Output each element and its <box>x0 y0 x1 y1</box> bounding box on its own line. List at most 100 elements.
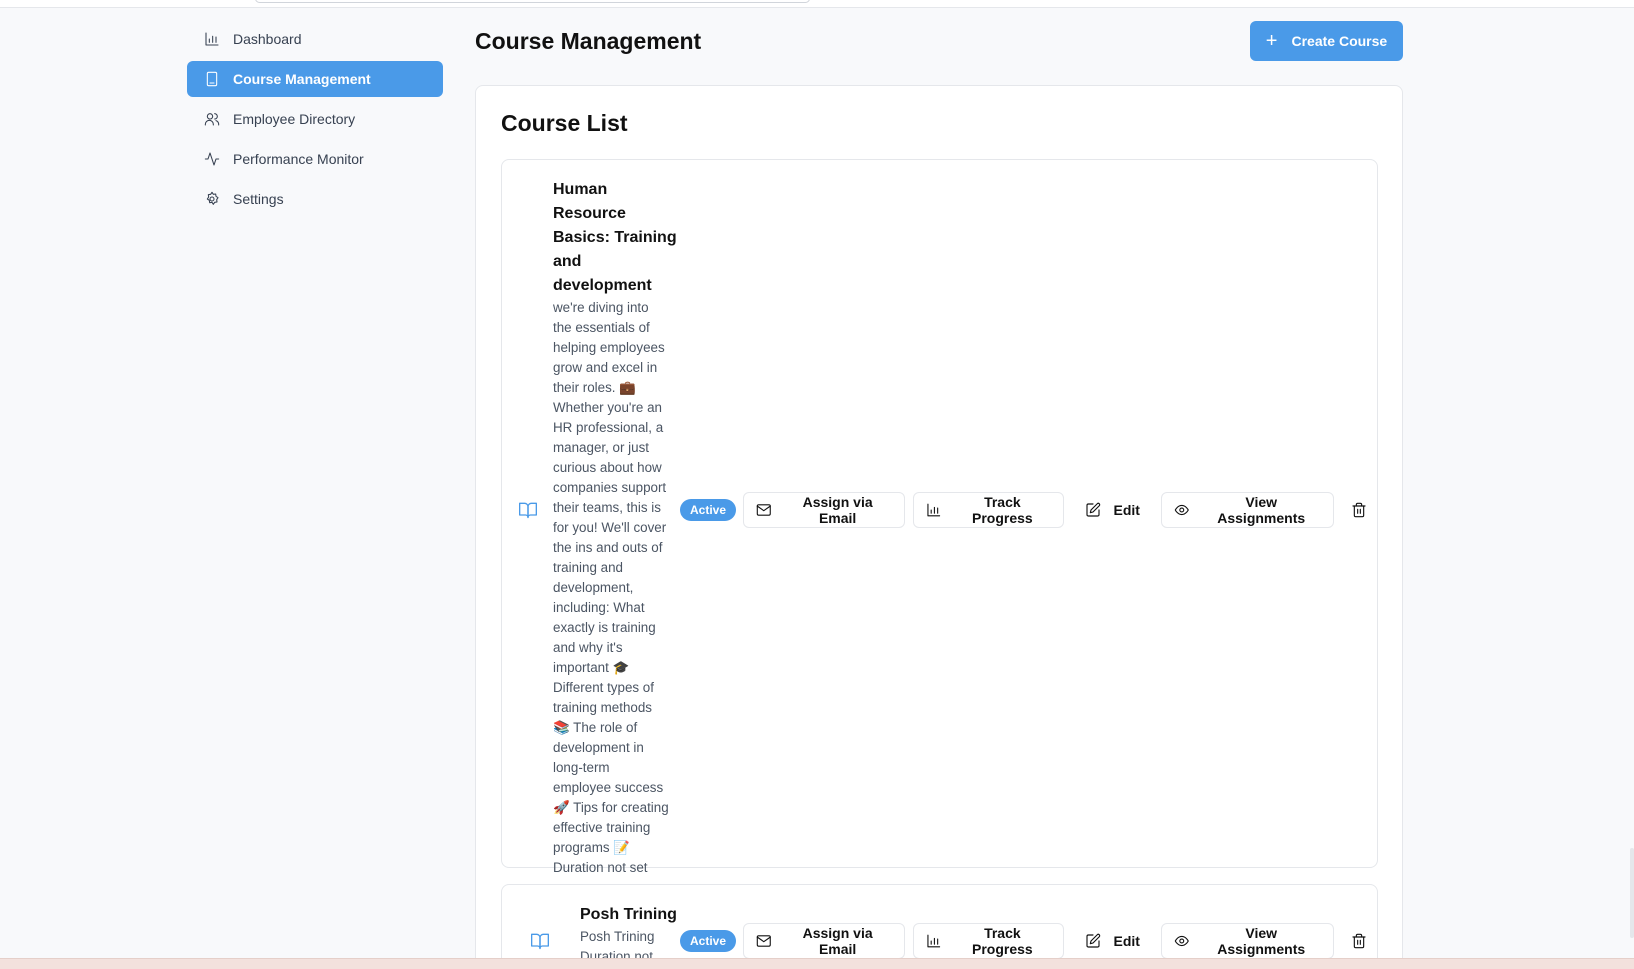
course-description-line: their teams, this is <box>553 500 661 515</box>
course-description-line: Whether you're an <box>553 400 662 415</box>
eye-icon <box>1174 504 1189 516</box>
browser-top-bar <box>0 0 1634 8</box>
course-card: Human Resource Basics: Training and deve… <box>501 159 1378 875</box>
course-description-line: the ins and outs of <box>553 540 663 555</box>
sidebar-item-course-management[interactable]: Course Management <box>187 61 443 97</box>
trash-icon <box>1352 502 1367 518</box>
course-description-line: Duration not set <box>553 860 648 875</box>
create-course-label: Create Course <box>1291 33 1388 49</box>
sidebar-item-settings[interactable]: Settings <box>187 181 443 217</box>
course-description-line: development in <box>553 740 644 755</box>
edit-button[interactable]: Edit <box>1072 492 1153 528</box>
assign-via-email-button[interactable]: Assign via Email <box>743 492 905 528</box>
gear-icon <box>203 190 221 208</box>
course-description-line: long-term <box>553 760 610 775</box>
activity-icon <box>203 150 221 168</box>
course-description-line: grow and excel in <box>553 360 658 375</box>
view-assignments-button[interactable]: View Assignments <box>1160 492 1334 528</box>
course-description-line: we're diving into <box>553 300 649 315</box>
course-card: Posh Trining Posh Trining Duration not Ac… <box>501 884 1378 969</box>
sidebar-item-employee-directory[interactable]: Employee Directory <box>187 101 443 137</box>
button-label: Track Progress <box>972 494 1033 526</box>
sidebar: Dashboard Course Management Employee Dir… <box>187 21 443 221</box>
course-description-line: programs 📝 <box>553 840 630 855</box>
course-title-line: Posh Trining <box>580 906 677 923</box>
sidebar-item-label: Dashboard <box>233 31 302 47</box>
view-assignments-button[interactable]: View Assignments <box>1160 923 1334 959</box>
taskbar <box>0 958 1634 969</box>
button-label: Edit <box>1113 502 1140 518</box>
course-description-line: Different types of <box>553 680 654 695</box>
course-description-line: helping employees <box>553 340 665 355</box>
sidebar-item-label: Settings <box>233 191 284 207</box>
course-description-line: 🚀 Tips for creating <box>553 800 669 815</box>
button-label: View Assignments <box>1217 925 1306 957</box>
course-description-line: training and <box>553 560 623 575</box>
course-description-line: their roles. 💼 <box>553 380 636 395</box>
course-title-line: and <box>553 253 582 270</box>
course-title-line: development <box>553 277 652 294</box>
course-description-line: employee success <box>553 780 664 795</box>
mail-icon <box>756 504 771 516</box>
bar-chart-icon <box>927 503 940 517</box>
button-label: Track Progress <box>972 925 1033 957</box>
course-description-line: development, <box>553 580 634 595</box>
course-title-line: Human Resource <box>553 181 626 222</box>
users-icon <box>203 110 221 128</box>
course-list-panel: Course List Human Resource Basics: Train… <box>475 85 1403 969</box>
status-badge: Active <box>680 499 737 521</box>
course-description-line: 📚 The role of <box>553 720 638 735</box>
course-description-line: manager, or just <box>553 440 650 455</box>
track-progress-button[interactable]: Track Progress <box>912 923 1065 959</box>
sidebar-item-label: Performance Monitor <box>233 151 364 167</box>
bar-chart-icon <box>203 30 221 48</box>
sidebar-item-dashboard[interactable]: Dashboard <box>187 21 443 57</box>
edit-button[interactable]: Edit <box>1072 923 1153 959</box>
button-label: Assign via Email <box>802 925 873 957</box>
assign-via-email-button[interactable]: Assign via Email <box>743 923 905 959</box>
course-title-line: Basics: Training <box>553 229 677 246</box>
course-description-line: effective training <box>553 820 651 835</box>
sidebar-item-performance-monitor[interactable]: Performance Monitor <box>187 141 443 177</box>
course-info: Human Resource Basics: Training and deve… <box>553 178 679 878</box>
plus-icon: + <box>1265 30 1278 52</box>
button-label: Assign via Email <box>802 494 873 526</box>
sidebar-item-label: Course Management <box>233 71 371 87</box>
course-description-line: companies support <box>553 480 667 495</box>
course-description-line: curious about how <box>553 460 662 475</box>
course-actions: Active Assign via Email Track Progress E… <box>680 492 1377 528</box>
course-title: Posh Trining <box>580 903 680 927</box>
page-title: Course Management <box>475 28 702 54</box>
book-icon <box>530 931 552 953</box>
edit-icon <box>1086 933 1101 948</box>
trash-icon <box>1352 933 1367 949</box>
tablet-icon <box>203 70 221 88</box>
scrollbar[interactable] <box>1630 848 1634 938</box>
delete-button[interactable] <box>1342 492 1377 528</box>
course-description-line: training methods <box>553 700 652 715</box>
course-description: we're diving into the essentials of helpin… <box>553 298 679 878</box>
course-description-line: for you! We'll cover <box>553 520 667 535</box>
button-label: Edit <box>1113 933 1140 949</box>
mail-icon <box>756 935 771 947</box>
course-description-line: and why it's <box>553 640 623 655</box>
edit-icon <box>1086 502 1101 517</box>
book-icon <box>518 500 540 522</box>
course-description-line: the essentials of <box>553 320 650 335</box>
status-badge: Active <box>680 930 737 952</box>
course-description-line: Posh Trining <box>580 929 655 944</box>
sidebar-item-label: Employee Directory <box>233 111 356 127</box>
course-description-line: important 🎓 <box>553 660 630 675</box>
course-actions: Active Assign via Email Track Progress E… <box>680 923 1377 959</box>
track-progress-button[interactable]: Track Progress <box>912 492 1065 528</box>
create-course-button[interactable]: + Create Course <box>1250 21 1403 61</box>
delete-button[interactable] <box>1342 923 1377 959</box>
course-list-title: Course List <box>501 110 628 136</box>
button-label: View Assignments <box>1217 494 1306 526</box>
course-title: Human Resource Basics: Training and deve… <box>553 178 679 298</box>
course-description-line: HR professional, a <box>553 420 664 435</box>
course-description-line: including: What <box>553 600 645 615</box>
eye-icon <box>1174 935 1189 947</box>
course-description-line: exactly is training <box>553 620 656 635</box>
address-bar-edge <box>255 0 810 3</box>
